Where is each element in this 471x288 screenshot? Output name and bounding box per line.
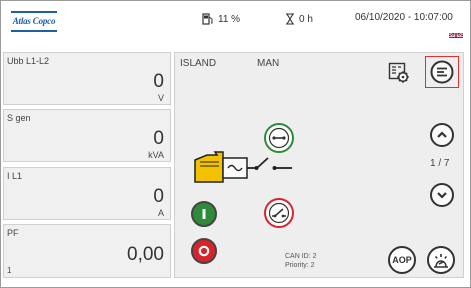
measurement-value: 0 [153,186,164,207]
uk-flag-icon[interactable] [449,29,463,38]
fuel-level: 11 % [202,13,240,25]
settings-gear-icon[interactable] [387,61,411,85]
running-hours: 0 h [285,13,313,25]
controller-screen: Atlas Copco 11 % 0 h 06/10/2020 - 10:07:… [0,0,471,288]
measurement-unit: kVA [148,150,164,160]
main-diagram-area: ISLAND MAN 1 / 7 CAN ID: 2 Priority: 2 A… [174,52,464,278]
start-icon[interactable] [191,201,217,227]
measurement-panel-voltage[interactable]: Ubb L1-L2 0 V [3,52,171,105]
fuel-pump-icon [202,13,213,25]
priority-label: Priority: 2 [285,262,315,269]
hourglass-icon [286,13,294,25]
header-bar: Atlas Copco 11 % 0 h 06/10/2020 - 10:07:… [2,2,470,42]
breaker-switch [247,157,292,170]
measurement-panel-current[interactable]: I L1 0 A [3,167,171,220]
measurement-unit: V [157,93,164,103]
page-indicator: 1 / 7 [430,158,450,169]
measurement-label: S gen [7,113,31,123]
chevron-up-icon[interactable] [430,123,454,147]
stop-icon[interactable] [191,238,217,264]
breaker-open-icon[interactable] [264,198,294,228]
brand-name: Atlas Copco [12,16,56,26]
logo-top-bar [11,11,57,13]
can-id-label: CAN ID: 2 [285,253,317,260]
aop-label: AOP [392,255,412,265]
date-time: 06/10/2020 - 10:07:00 [355,12,453,23]
breaker-close-icon[interactable] [264,123,294,153]
measurement-label: PF [7,228,19,238]
mode-island-label: ISLAND [180,58,217,69]
can-info: CAN ID: 2 Priority: 2 [285,252,317,270]
measurement-unit: A [157,208,164,218]
fuel-level-value: 11 % [218,13,241,25]
measurement-sub-label: 1 [7,266,12,275]
chevron-down-icon[interactable] [430,183,454,207]
mode-manual-label: MAN [257,58,280,69]
alarm-icon[interactable] [427,246,455,274]
measurement-value: 0 [153,128,164,149]
measurement-value: 0,00 [127,244,164,265]
logo-bottom-bar [11,30,57,32]
brand-logo: Atlas Copco [11,11,57,33]
measurement-panel-apparent-power[interactable]: S gen 0 kVA [3,109,171,162]
menu-list-icon[interactable] [425,56,459,88]
aop-button[interactable]: AOP [388,246,416,274]
generator-engine-icon [194,151,224,183]
measurement-label: I L1 [7,171,23,181]
alternator-icon [222,157,248,179]
measurement-label: Ubb L1-L2 [7,56,50,66]
measurement-panel-power-factor[interactable]: PF 0,00 1 [3,224,171,278]
running-hours-value: 0 h [299,13,313,25]
measurement-value: 0 [153,71,164,92]
